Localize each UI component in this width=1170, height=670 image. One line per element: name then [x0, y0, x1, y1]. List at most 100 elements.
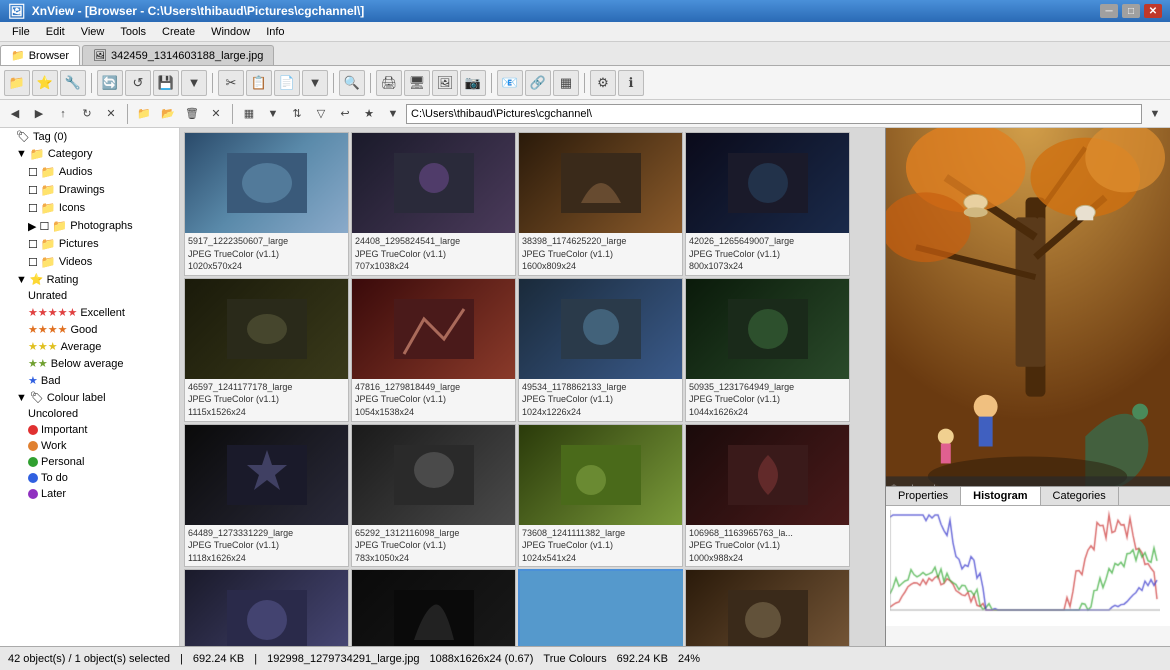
toolbar-gear-btn[interactable]: ⚙ — [590, 70, 616, 96]
sidebar-item-category[interactable]: ▼ 📁 Category — [0, 145, 179, 163]
nav-folder-btn[interactable]: 📁 — [133, 103, 155, 125]
menu-view[interactable]: View — [73, 24, 113, 40]
nav-new-folder-btn[interactable]: 📂 — [157, 103, 179, 125]
thumb-4[interactable]: 46597_1241177178_large JPEG TrueColor (v… — [184, 278, 349, 422]
toolbar-search-btn[interactable]: 🔍 — [339, 70, 365, 96]
tab-image[interactable]: 🖼 342459_1314603188_large.jpg — [82, 45, 274, 65]
thumb-5[interactable]: 47816_1279818449_large JPEG TrueColor (v… — [351, 278, 516, 422]
sidebar-item-tag[interactable]: 🏷 Tag (0) — [0, 128, 179, 145]
nav-stop-btn[interactable]: ✕ — [100, 103, 122, 125]
thumb-11-size: 1000x988x24 — [689, 552, 846, 565]
thumb-1[interactable]: 24408_1295824541_large JPEG TrueColor (v… — [351, 132, 516, 276]
preview-area[interactable]: © cgchannel — [886, 128, 1170, 486]
sidebar-item-average[interactable]: ★★★ Average — [0, 338, 179, 355]
sidebar-item-videos[interactable]: ☐ 📁 Videos — [0, 253, 179, 271]
thumb-0[interactable]: 5917_1222350607_large JPEG TrueColor (v1… — [184, 132, 349, 276]
sidebar-item-icons[interactable]: ☐ 📁 Icons — [0, 199, 179, 217]
sidebar-item-todo[interactable]: To do — [0, 470, 179, 486]
toolbar-dd-btn[interactable]: ▼ — [302, 70, 328, 96]
nav-refresh-btn[interactable]: ↻ — [76, 103, 98, 125]
thumb-10[interactable]: 73608_1241111382_large JPEG TrueColor (v… — [518, 424, 683, 568]
minimize-button[interactable]: ─ — [1100, 4, 1118, 18]
menu-file[interactable]: File — [4, 24, 38, 40]
prop-tab-categories[interactable]: Categories — [1041, 487, 1119, 505]
sidebar-item-uncolored[interactable]: Uncolored — [0, 406, 179, 422]
thumb-2[interactable]: 38398_1174625220_large JPEG TrueColor (v… — [518, 132, 683, 276]
nav-delete-btn[interactable]: 🗑 — [181, 103, 203, 125]
toolbar-save-btn[interactable]: 💾 — [153, 70, 179, 96]
nav-forward-btn[interactable]: ▶ — [28, 103, 50, 125]
sidebar-item-colour-label[interactable]: ▼ 🏷 Colour label — [0, 389, 179, 406]
thumb-3[interactable]: 42026_1265649007_large JPEG TrueColor (v… — [685, 132, 850, 276]
thumb-0-info: 5917_1222350607_large JPEG TrueColor (v1… — [185, 233, 348, 275]
toolbar-monitor-btn[interactable]: 🖥 — [404, 70, 430, 96]
toolbar-folder-btn[interactable]: 📁 — [4, 70, 30, 96]
nav-view-dd-btn[interactable]: ▼ — [262, 103, 284, 125]
sidebar-item-below-average[interactable]: ★★ Below average — [0, 355, 179, 372]
toolbar-table-btn[interactable]: ▦ — [553, 70, 579, 96]
toolbar-paste-btn[interactable]: 📄 — [274, 70, 300, 96]
nav-x-btn[interactable]: ✕ — [205, 103, 227, 125]
thumb-13[interactable]: 160022_1205695844_la... JPEG TrueColor (… — [351, 569, 516, 646]
prop-tab-histogram[interactable]: Histogram — [961, 487, 1040, 505]
nav-fav-btn[interactable]: ★ — [358, 103, 380, 125]
nav-fav-dd-btn[interactable]: ▼ — [382, 103, 404, 125]
toolbar-refresh-btn[interactable]: 🔄 — [97, 70, 123, 96]
sidebar-item-work[interactable]: Work — [0, 438, 179, 454]
prop-tab-properties[interactable]: Properties — [886, 487, 961, 505]
thumb-9[interactable]: 65292_1312116098_large JPEG TrueColor (v… — [351, 424, 516, 568]
toolbar-dropdown-btn[interactable]: ▼ — [181, 70, 207, 96]
rating-icon: ⭐ — [30, 273, 44, 286]
sidebar-item-audios[interactable]: ☐ 📁 Audios — [0, 163, 179, 181]
thumb-12[interactable]: 125841_1166714058_la... JPEG TrueColor (… — [184, 569, 349, 646]
tab-browser[interactable]: 📁 Browser — [0, 45, 80, 65]
nav-view-btn[interactable]: ▦ — [238, 103, 260, 125]
nav-up-btn[interactable]: ↑ — [52, 103, 74, 125]
restore-button[interactable]: □ — [1122, 4, 1140, 18]
toolbar-settings-btn[interactable]: 🔧 — [60, 70, 86, 96]
menu-window[interactable]: Window — [203, 24, 258, 40]
menu-tools[interactable]: Tools — [112, 24, 154, 40]
toolbar-mail-btn[interactable]: 📧 — [497, 70, 523, 96]
toolbar-cut-btn[interactable]: ✂ — [218, 70, 244, 96]
toolbar-print-btn[interactable]: 🖨 — [376, 70, 402, 96]
nav-filter-btn[interactable]: ▽ — [310, 103, 332, 125]
toolbar-star-btn[interactable]: ⭐ — [32, 70, 58, 96]
thumb-8[interactable]: 64489_1273331229_large JPEG TrueColor (v… — [184, 424, 349, 568]
toolbar-copy-btn[interactable]: 📋 — [246, 70, 272, 96]
sidebar-item-later[interactable]: Later — [0, 486, 179, 502]
sidebar-item-personal[interactable]: Personal — [0, 454, 179, 470]
toolbar-refresh2-btn[interactable]: ↺ — [125, 70, 151, 96]
toolbar-img-btn[interactable]: 🖼 — [432, 70, 458, 96]
nav-back-btn[interactable]: ◀ — [4, 103, 26, 125]
sidebar-item-bad[interactable]: ★ Bad — [0, 372, 179, 389]
preview-image: © cgchannel — [886, 128, 1170, 486]
menu-info[interactable]: Info — [258, 24, 292, 40]
nav-sort-btn[interactable]: ⇅ — [286, 103, 308, 125]
thumb-14[interactable]: 192998_1279734291_la... JPEG TrueColor (… — [518, 569, 683, 646]
sidebar-item-important[interactable]: Important — [0, 422, 179, 438]
thumb-15[interactable]: 193080_1180812449_la... JPEG TrueColor (… — [685, 569, 850, 646]
sidebar-item-drawings[interactable]: ☐ 📁 Drawings — [0, 181, 179, 199]
toolbar-info-btn[interactable]: ℹ — [618, 70, 644, 96]
thumb-7[interactable]: 50935_1231764949_large JPEG TrueColor (v… — [685, 278, 850, 422]
thumb-11[interactable]: 106968_1163965763_la... JPEG TrueColor (… — [685, 424, 850, 568]
status-zoom: 24% — [678, 653, 700, 665]
sidebar-item-rating[interactable]: ▼ ⭐ Rating — [0, 271, 179, 288]
thumb-5-name: 47816_1279818449_large — [355, 381, 512, 394]
menu-edit[interactable]: Edit — [38, 24, 73, 40]
close-button[interactable]: ✕ — [1144, 4, 1162, 18]
sidebar-item-pictures[interactable]: ☐ 📁 Pictures — [0, 235, 179, 253]
sidebar-item-good[interactable]: ★★★★ Good — [0, 321, 179, 338]
nav-go-btn[interactable]: ▼ — [1144, 103, 1166, 125]
thumb-3-info: 42026_1265649007_large JPEG TrueColor (v… — [686, 233, 849, 275]
path-input[interactable] — [406, 104, 1142, 124]
nav-group-btn[interactable]: ↩ — [334, 103, 356, 125]
sidebar-item-photographs[interactable]: ▶ ☐ 📁 Photographs — [0, 217, 179, 235]
menu-create[interactable]: Create — [154, 24, 203, 40]
toolbar-chain-btn[interactable]: 🔗 — [525, 70, 551, 96]
sidebar-item-unrated[interactable]: Unrated — [0, 288, 179, 304]
thumb-6[interactable]: 49534_1178862133_large JPEG TrueColor (v… — [518, 278, 683, 422]
toolbar-cam-btn[interactable]: 📷 — [460, 70, 486, 96]
sidebar-item-excellent[interactable]: ★★★★★ Excellent — [0, 304, 179, 321]
